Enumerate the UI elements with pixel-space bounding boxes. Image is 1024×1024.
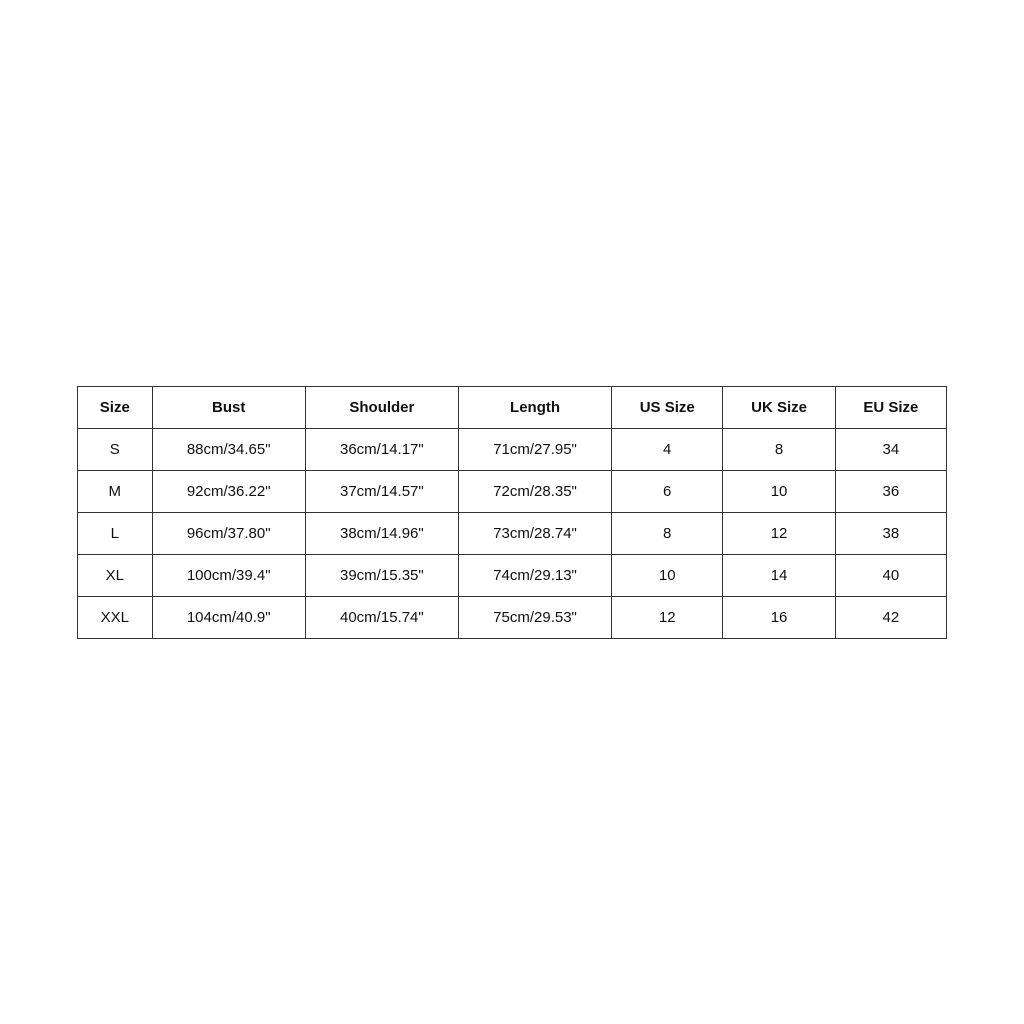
cell-length: 74cm/29.13" [458, 554, 611, 596]
table-row: L96cm/37.80"38cm/14.96"73cm/28.74"81238 [78, 512, 947, 554]
cell-eu-size: 38 [835, 512, 946, 554]
cell-length: 75cm/29.53" [458, 596, 611, 638]
cell-bust: 88cm/34.65" [152, 428, 305, 470]
cell-us-size: 8 [612, 512, 723, 554]
cell-bust: 100cm/39.4" [152, 554, 305, 596]
header-shoulder: Shoulder [305, 386, 458, 428]
cell-uk-size: 16 [723, 596, 835, 638]
cell-length: 72cm/28.35" [458, 470, 611, 512]
cell-us-size: 10 [612, 554, 723, 596]
table-row: S88cm/34.65"36cm/14.17"71cm/27.95"4834 [78, 428, 947, 470]
table-row: M92cm/36.22"37cm/14.57"72cm/28.35"61036 [78, 470, 947, 512]
cell-length: 71cm/27.95" [458, 428, 611, 470]
size-chart-container: Size Bust Shoulder Length US Size UK Siz… [77, 386, 947, 639]
cell-bust: 96cm/37.80" [152, 512, 305, 554]
table-header-row: Size Bust Shoulder Length US Size UK Siz… [78, 386, 947, 428]
table-row: XL100cm/39.4"39cm/15.35"74cm/29.13"10144… [78, 554, 947, 596]
cell-uk-size: 10 [723, 470, 835, 512]
cell-eu-size: 40 [835, 554, 946, 596]
table-row: XXL104cm/40.9"40cm/15.74"75cm/29.53"1216… [78, 596, 947, 638]
size-chart-table: Size Bust Shoulder Length US Size UK Siz… [77, 386, 947, 639]
cell-shoulder: 40cm/15.74" [305, 596, 458, 638]
header-uk-size: UK Size [723, 386, 835, 428]
cell-uk-size: 14 [723, 554, 835, 596]
cell-shoulder: 38cm/14.96" [305, 512, 458, 554]
cell-length: 73cm/28.74" [458, 512, 611, 554]
cell-us-size: 4 [612, 428, 723, 470]
cell-eu-size: 42 [835, 596, 946, 638]
cell-eu-size: 34 [835, 428, 946, 470]
header-bust: Bust [152, 386, 305, 428]
header-size: Size [78, 386, 153, 428]
cell-size: S [78, 428, 153, 470]
cell-shoulder: 36cm/14.17" [305, 428, 458, 470]
cell-us-size: 12 [612, 596, 723, 638]
cell-size: L [78, 512, 153, 554]
cell-uk-size: 12 [723, 512, 835, 554]
cell-size: XXL [78, 596, 153, 638]
cell-bust: 92cm/36.22" [152, 470, 305, 512]
cell-eu-size: 36 [835, 470, 946, 512]
header-length: Length [458, 386, 611, 428]
cell-bust: 104cm/40.9" [152, 596, 305, 638]
cell-us-size: 6 [612, 470, 723, 512]
cell-uk-size: 8 [723, 428, 835, 470]
header-eu-size: EU Size [835, 386, 946, 428]
header-us-size: US Size [612, 386, 723, 428]
cell-size: M [78, 470, 153, 512]
cell-shoulder: 37cm/14.57" [305, 470, 458, 512]
cell-size: XL [78, 554, 153, 596]
cell-shoulder: 39cm/15.35" [305, 554, 458, 596]
